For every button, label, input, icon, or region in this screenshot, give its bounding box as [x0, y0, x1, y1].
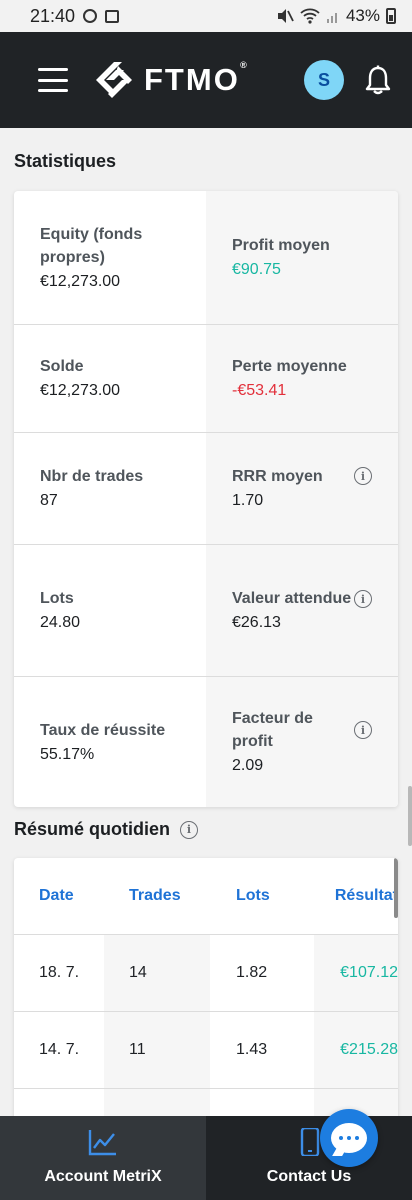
stat-label: Facteur de profit: [232, 710, 313, 750]
stat-value: €90.75: [232, 261, 281, 278]
stat-cell-avg-profit: Profit moyen €90.75: [206, 191, 398, 324]
battery-icon: [386, 8, 396, 24]
stat-value: -€53.41: [232, 382, 287, 399]
stat-row: Solde €12,273.00 Perte moyenne -€53.41: [14, 325, 398, 433]
stat-value: 87: [40, 492, 58, 509]
stat-value: €12,273.00: [40, 382, 121, 399]
stat-value: €26.13: [232, 614, 281, 631]
app-header: FTMO ® S: [0, 32, 412, 128]
stat-value: 24.80: [40, 614, 81, 631]
stat-row: Nbr de trades 87 RRR moyen 1.70 i: [14, 433, 398, 545]
stat-cell-trade-count: Nbr de trades 87: [14, 433, 206, 544]
user-avatar[interactable]: S: [304, 60, 344, 100]
table-header: Date Trades Lots Résultat: [14, 858, 398, 935]
sync-icon: [83, 9, 98, 23]
stat-cell-profit-factor: Facteur de profit 2.09 i: [206, 677, 398, 807]
stat-value: 2.09: [232, 757, 264, 774]
stat-cell-lots: Lots 24.80: [14, 545, 206, 676]
stat-value: 55.17%: [40, 745, 95, 763]
wifi-icon: [300, 8, 320, 24]
cell-date: 14. 7.: [39, 1041, 80, 1058]
status-bar: 21:40 43%: [0, 0, 412, 32]
info-icon[interactable]: i: [180, 820, 199, 839]
nav-label: Account MetriX: [44, 1168, 162, 1185]
table-scrollbar[interactable]: [394, 858, 398, 918]
ftmo-logo-mark-icon: [96, 62, 132, 98]
cell-trades: 14: [104, 935, 210, 1011]
mute-icon: [277, 9, 294, 23]
stat-label: Valeur attendue: [232, 590, 352, 607]
stat-cell-equity: Equity (fonds propres) €12,273.00: [14, 191, 206, 324]
column-header-trades[interactable]: Trades: [104, 858, 210, 934]
statistics-title: Statistiques: [14, 151, 117, 171]
stat-label: Solde: [40, 358, 84, 375]
nav-contact-us[interactable]: Contact Us: [206, 1116, 412, 1200]
table-row[interactable]: 18. 7. 14 1.82 €107.12: [14, 935, 398, 1012]
stat-label: Profit moyen: [232, 237, 330, 254]
brand-name: FTMO ®: [144, 60, 249, 97]
nav-account-metrix[interactable]: Account MetriX: [0, 1116, 206, 1200]
column-header-date[interactable]: Date: [14, 858, 104, 934]
nav-label: Contact Us: [266, 1168, 352, 1185]
stat-label: Equity (fonds propres): [40, 225, 143, 266]
stat-row: Taux de réussite 55.17% Facteur de profi…: [14, 677, 398, 807]
statistics-card: Equity (fonds propres) €12,273.00 Profit…: [14, 191, 398, 807]
cell-result: €215.28: [314, 1012, 398, 1088]
stat-value: €12,273.00: [40, 272, 121, 290]
cell-result: €107.12: [314, 935, 398, 1011]
stat-row: Equity (fonds propres) €12,273.00 Profit…: [14, 191, 398, 325]
image-icon: [105, 9, 120, 23]
chat-button[interactable]: [320, 1109, 378, 1167]
stat-label: Perte moyenne: [232, 358, 347, 375]
menu-icon[interactable]: [38, 68, 68, 92]
stat-label: Taux de réussite: [40, 721, 166, 739]
stat-label: Lots: [40, 590, 74, 607]
stat-row: Lots 24.80 Valeur attendue €26.13 i: [14, 545, 398, 677]
stat-label: RRR moyen: [232, 468, 323, 485]
stat-cell-win-rate: Taux de réussite 55.17%: [14, 677, 206, 807]
table-row[interactable]: 14. 7. 11 1.43 €215.28: [14, 1012, 398, 1089]
info-icon[interactable]: i: [354, 590, 372, 608]
page-scrollbar[interactable]: [408, 786, 412, 846]
stat-cell-avg-rrr: RRR moyen 1.70 i: [206, 433, 398, 544]
brand-logo[interactable]: FTMO ®: [92, 58, 249, 102]
info-icon[interactable]: i: [354, 467, 372, 485]
stat-cell-balance: Solde €12,273.00: [14, 325, 206, 432]
signal-icon: [326, 13, 337, 23]
stat-value: 1.70: [232, 492, 264, 509]
stat-cell-avg-loss: Perte moyenne -€53.41: [206, 325, 398, 432]
battery-percent: 43%: [345, 6, 380, 25]
column-header-lots[interactable]: Lots: [210, 858, 314, 934]
column-header-result[interactable]: Résultat: [314, 858, 398, 934]
cell-date: 18. 7.: [39, 964, 80, 981]
cell-lots: 1.82: [236, 964, 268, 981]
status-time: 21:40: [30, 5, 76, 26]
chat-bubble-icon: [331, 1123, 367, 1153]
info-icon[interactable]: i: [354, 721, 372, 739]
cell-lots: 1.43: [236, 1041, 268, 1058]
daily-summary-title: Résumé quotidien i: [14, 819, 199, 840]
bell-icon[interactable]: [364, 65, 392, 95]
daily-summary-table: Date Trades Lots Résultat 18. 7. 14 1.82…: [14, 858, 398, 1128]
stat-cell-expected-value: Valeur attendue €26.13 i: [206, 545, 398, 676]
stat-label: Nbr de trades: [40, 468, 144, 485]
cell-trades: 11: [104, 1012, 210, 1088]
chart-line-icon: [88, 1130, 116, 1156]
